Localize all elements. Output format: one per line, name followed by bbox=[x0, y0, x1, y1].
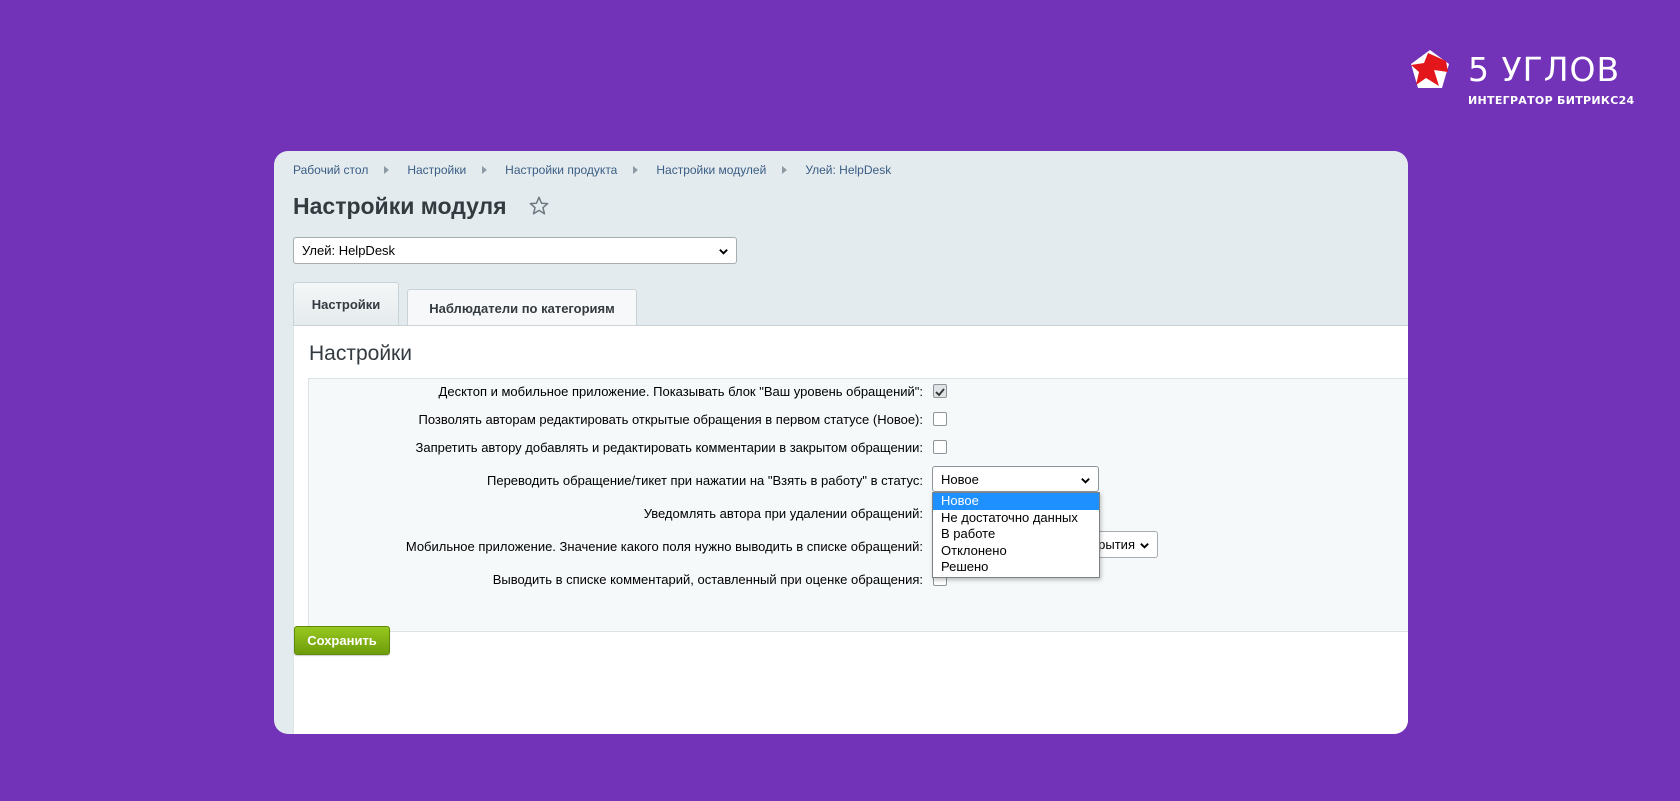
dropdown-option[interactable]: Решено bbox=[933, 559, 1099, 576]
setting-label-notify-delete: Уведомлять автора при удалении обращений… bbox=[643, 506, 923, 521]
setting-label-mobile-field: Мобильное приложение. Значение какого по… bbox=[405, 539, 923, 554]
setting-checkbox-level-block[interactable] bbox=[933, 384, 947, 398]
page-title: Настройки модуля bbox=[293, 193, 507, 219]
status-select[interactable]: Новое bbox=[932, 466, 1099, 492]
tab-category-watchers[interactable]: Наблюдатели по категориям bbox=[407, 289, 637, 326]
breadcrumb-item-helpdesk[interactable]: Улей: HelpDesk bbox=[805, 163, 891, 177]
chevron-down-icon bbox=[1140, 543, 1149, 549]
breadcrumb-item-settings[interactable]: Настройки bbox=[407, 163, 466, 177]
red-pentagon-star-icon bbox=[1411, 50, 1449, 88]
section-title: Настройки bbox=[309, 342, 412, 365]
dropdown-option[interactable]: В работе bbox=[933, 526, 1099, 543]
tab-settings-label: Настройки bbox=[311, 297, 381, 312]
brand-logo: 5 УГЛОВ ИНТЕГРАТОР БИТРИКС24 bbox=[1408, 48, 1634, 108]
breadcrumb-separator-icon bbox=[482, 166, 488, 174]
tab-settings[interactable]: Настройки bbox=[293, 282, 399, 326]
setting-label-level-block: Десктоп и мобильное приложение. Показыва… bbox=[438, 384, 923, 399]
chevron-down-icon bbox=[719, 249, 728, 255]
setting-checkbox-forbid-comments[interactable] bbox=[933, 440, 947, 454]
breadcrumb: Рабочий стол Настройки Настройки продукт… bbox=[293, 163, 891, 177]
setting-label-edit-open: Позволять авторам редактировать открытые… bbox=[418, 412, 923, 427]
mobile-field-select-value: рытия bbox=[1098, 537, 1135, 552]
setting-checkbox-edit-open[interactable] bbox=[933, 412, 947, 426]
status-select-value: Новое bbox=[941, 471, 979, 487]
tab-category-watchers-label: Наблюдатели по категориям bbox=[429, 300, 615, 316]
favorite-star-icon[interactable] bbox=[528, 195, 550, 217]
setting-label-rating-comment: Выводить в списке комментарий, оставленн… bbox=[492, 572, 923, 587]
status-dropdown-list: Новое Не достаточно данных В работе Откл… bbox=[932, 492, 1100, 578]
breadcrumb-item-product-settings[interactable]: Настройки продукта bbox=[505, 163, 617, 177]
dropdown-option[interactable]: Отклонено bbox=[933, 543, 1099, 560]
checkmark-icon bbox=[935, 388, 945, 397]
brand-subtitle: ИНТЕГРАТОР БИТРИКС24 bbox=[1468, 94, 1635, 107]
setting-label-forbid-comments: Запретить автору добавлять и редактирова… bbox=[415, 440, 923, 455]
breadcrumb-item-module-settings[interactable]: Настройки модулей bbox=[656, 163, 766, 177]
module-select[interactable]: Улей: HelpDesk bbox=[293, 237, 737, 264]
save-button[interactable]: Сохранить bbox=[294, 626, 390, 655]
module-select-value: Улей: HelpDesk bbox=[302, 243, 396, 258]
breadcrumb-separator-icon bbox=[633, 166, 639, 174]
dropdown-option[interactable]: Не достаточно данных bbox=[933, 510, 1099, 527]
breadcrumb-item-desktop[interactable]: Рабочий стол bbox=[293, 163, 368, 177]
dropdown-option[interactable]: Новое bbox=[933, 493, 1099, 510]
breadcrumb-separator-icon bbox=[384, 166, 390, 174]
setting-label-take-status: Переводить обращение/тикет при нажатии н… bbox=[487, 473, 923, 488]
breadcrumb-separator-icon bbox=[782, 166, 788, 174]
brand-name: 5 УГЛОВ bbox=[1468, 50, 1621, 89]
chevron-down-icon bbox=[1081, 478, 1090, 484]
